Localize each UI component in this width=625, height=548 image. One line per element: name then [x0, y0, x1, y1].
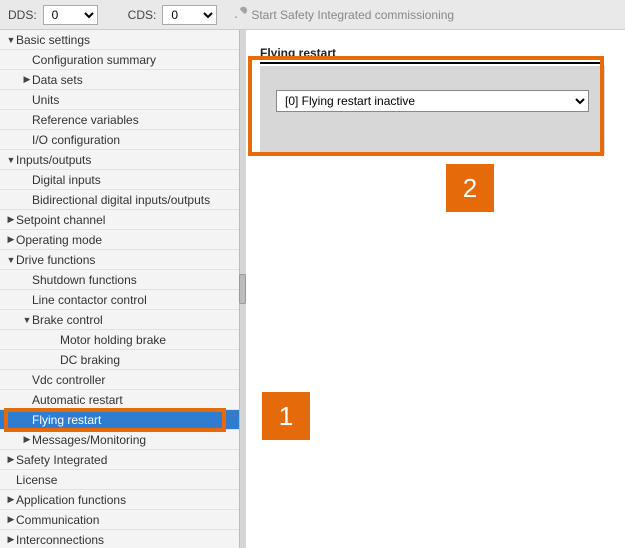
caret-down-icon: ▼ — [22, 315, 32, 325]
tree-item-flying-restart[interactable]: Flying restart — [0, 410, 239, 430]
caret-right-icon: ▶ — [6, 454, 16, 465]
caret-down-icon: ▼ — [6, 35, 16, 45]
tree-item-configuration-summary[interactable]: Configuration summary — [0, 50, 239, 70]
flying-restart-select[interactable]: [0] Flying restart inactive — [276, 90, 589, 112]
tree-item-label: Vdc controller — [32, 373, 105, 387]
tree-item-label: Bidirectional digital inputs/outputs — [32, 193, 210, 207]
tree-item-label: Shutdown functions — [32, 273, 137, 287]
tree-item-dc-braking[interactable]: DC braking — [0, 350, 239, 370]
tree-item-automatic-restart[interactable]: Automatic restart — [0, 390, 239, 410]
tree-item-basic-settings[interactable]: ▼Basic settings — [0, 30, 239, 50]
tree-item-i-o-configuration[interactable]: I/O configuration — [0, 130, 239, 150]
navigation-tree[interactable]: ▼Basic settingsConfiguration summary▶Dat… — [0, 30, 240, 548]
tree-item-label: Line contactor control — [32, 293, 147, 307]
tree-item-label: Messages/Monitoring — [32, 433, 146, 447]
caret-right-icon: ▶ — [6, 214, 16, 225]
tree-item-label: Operating mode — [16, 233, 102, 247]
tree-item-application-functions[interactable]: ▶Application functions — [0, 490, 239, 510]
tree-item-label: Digital inputs — [32, 173, 101, 187]
tree-item-operating-mode[interactable]: ▶Operating mode — [0, 230, 239, 250]
tree-item-messages-monitoring[interactable]: ▶Messages/Monitoring — [0, 430, 239, 450]
cds-select[interactable]: 0 — [162, 5, 217, 25]
flying-restart-option-box: [0] Flying restart inactive — [260, 66, 605, 154]
tree-item-label: Safety Integrated — [16, 453, 107, 467]
tree-item-label: Data sets — [32, 73, 83, 87]
caret-right-icon: ▶ — [6, 234, 16, 245]
tree-item-label: License — [16, 473, 57, 487]
start-safety-label: Start Safety Integrated commissioning — [251, 8, 454, 22]
dds-label: DDS: — [8, 8, 37, 22]
tree-item-motor-holding-brake[interactable]: Motor holding brake — [0, 330, 239, 350]
tree-item-label: Basic settings — [16, 33, 90, 47]
tree-item-drive-functions[interactable]: ▼Drive functions — [0, 250, 239, 270]
tree-item-reference-variables[interactable]: Reference variables — [0, 110, 239, 130]
tree-item-license[interactable]: License — [0, 470, 239, 490]
tree-item-vdc-controller[interactable]: Vdc controller — [0, 370, 239, 390]
caret-right-icon: ▶ — [22, 74, 32, 85]
tree-item-label: Setpoint channel — [16, 213, 105, 227]
tree-item-label: Motor holding brake — [60, 333, 166, 347]
tree-item-shutdown-functions[interactable]: Shutdown functions — [0, 270, 239, 290]
dds-select[interactable]: 0 — [43, 5, 98, 25]
tree-item-units[interactable]: Units — [0, 90, 239, 110]
tree-item-label: Inputs/outputs — [16, 153, 91, 167]
tree-item-interconnections[interactable]: ▶Interconnections — [0, 530, 239, 548]
splitter-handle-icon — [239, 274, 246, 304]
caret-right-icon: ▶ — [6, 534, 16, 545]
cds-label: CDS: — [128, 8, 157, 22]
start-safety-button[interactable]: Start Safety Integrated commissioning — [223, 6, 454, 23]
tree-item-label: Configuration summary — [32, 53, 156, 67]
toolbar: DDS: 0 CDS: 0 Start Safety Integrated co… — [0, 0, 625, 30]
tree-item-safety-integrated[interactable]: ▶Safety Integrated — [0, 450, 239, 470]
tree-item-label: Units — [32, 93, 59, 107]
caret-right-icon: ▶ — [6, 494, 16, 505]
tree-item-bidirectional-digital-inputs-outputs[interactable]: Bidirectional digital inputs/outputs — [0, 190, 239, 210]
tools-icon — [233, 6, 247, 23]
tree-item-label: Brake control — [32, 313, 103, 327]
tree-item-label: Application functions — [16, 493, 126, 507]
content-panel: Flying restart [0] Flying restart inacti… — [246, 30, 625, 548]
tree-item-label: Automatic restart — [32, 393, 123, 407]
tree-item-line-contactor-control[interactable]: Line contactor control — [0, 290, 239, 310]
tree-item-label: Interconnections — [16, 533, 104, 547]
tree-item-brake-control[interactable]: ▼Brake control — [0, 310, 239, 330]
panel-title: Flying restart — [260, 46, 600, 64]
tree-item-communication[interactable]: ▶Communication — [0, 510, 239, 530]
tree-item-label: DC braking — [60, 353, 120, 367]
tree-item-label: Flying restart — [32, 413, 101, 427]
caret-down-icon: ▼ — [6, 155, 16, 165]
tree-item-label: Drive functions — [16, 253, 95, 267]
caret-right-icon: ▶ — [6, 514, 16, 525]
caret-down-icon: ▼ — [6, 255, 16, 265]
tree-item-data-sets[interactable]: ▶Data sets — [0, 70, 239, 90]
tree-item-inputs-outputs[interactable]: ▼Inputs/outputs — [0, 150, 239, 170]
tree-item-digital-inputs[interactable]: Digital inputs — [0, 170, 239, 190]
tree-item-setpoint-channel[interactable]: ▶Setpoint channel — [0, 210, 239, 230]
tree-item-label: Communication — [16, 513, 99, 527]
caret-right-icon: ▶ — [22, 434, 32, 445]
tree-item-label: I/O configuration — [32, 133, 120, 147]
tree-item-label: Reference variables — [32, 113, 139, 127]
